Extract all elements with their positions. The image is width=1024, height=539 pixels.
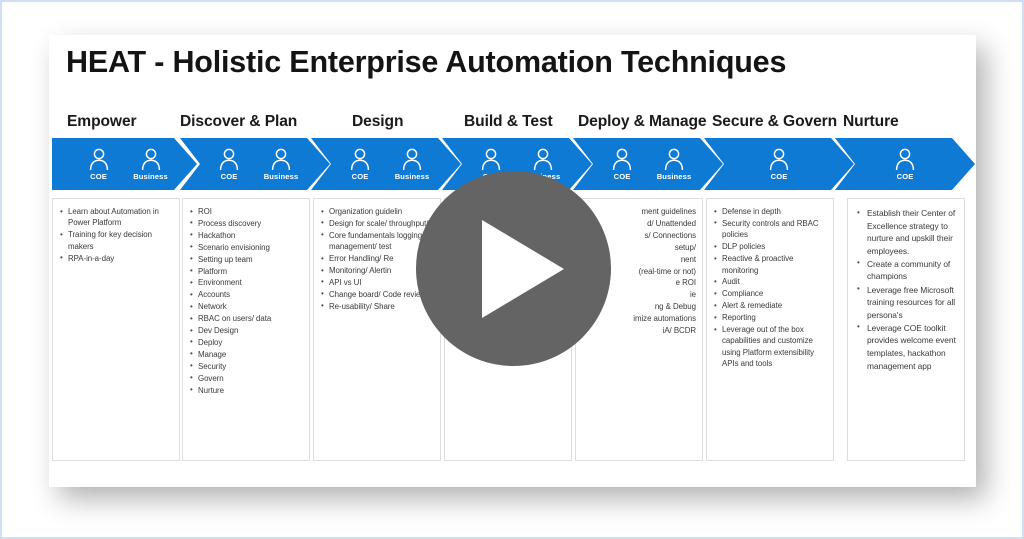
list-item: Organization guidelin — [321, 205, 440, 217]
persona-coe: COE — [334, 147, 386, 181]
stage-column-secure-govern: Secure & Govern COE Defense in depth Sec… — [704, 35, 854, 487]
persona-business: Business — [386, 147, 438, 181]
list-item: Deploy — [190, 336, 304, 348]
persona-label: Business — [133, 172, 168, 181]
persona-label: COE — [90, 172, 107, 181]
persona-coe: COE — [753, 147, 805, 181]
list-item: Create a community of champions — [857, 257, 959, 283]
bullet-list: Establish their Center of Excellence str… — [848, 199, 964, 377]
stage-chevron-design[interactable]: COE Business — [311, 138, 461, 190]
persona-label: Business — [263, 172, 299, 181]
stage-column-empower: Empower COE Business Learn about Automat… — [49, 35, 197, 487]
content-box-empower: Learn about Automation in Power Platform… — [52, 198, 180, 461]
stage-heading-discover-plan: Discover & Plan — [180, 113, 298, 130]
person-icon — [401, 147, 423, 171]
persona-label: Business — [394, 172, 430, 181]
list-item: RPA-in-a-day — [60, 252, 174, 264]
stage-chevron-secure-govern[interactable]: COE — [704, 138, 854, 190]
list-item: Alert & remediate — [714, 300, 828, 312]
person-icon — [218, 147, 240, 171]
bullet-list: ROI Process discovery Hackathon Scenario… — [183, 199, 309, 401]
persona-business: Business — [255, 147, 307, 181]
list-item: ROI — [190, 205, 304, 217]
persona-business: Business — [648, 147, 700, 181]
list-item: Leverage COE toolkit provides welcome ev… — [857, 321, 959, 372]
person-icon — [894, 147, 916, 171]
list-item: Manage — [190, 348, 304, 360]
list-item: Learn about Automation in Power Platform — [60, 206, 174, 229]
list-item: Reactive & proactive monitoring — [714, 253, 828, 276]
person-icon — [611, 147, 633, 171]
list-item: Defense in depth — [714, 205, 828, 217]
list-item: DLP policies — [714, 241, 828, 253]
stage-heading-deploy-manage: Deploy & Manage — [578, 113, 707, 130]
list-item: Nurture — [190, 384, 304, 396]
list-item: iA/ BCDR — [662, 326, 696, 336]
bullet-list: Learn about Automation in Power Platform… — [53, 199, 179, 269]
persona-label: COE — [770, 172, 788, 181]
stage-heading-secure-govern: Secure & Govern — [712, 113, 838, 130]
list-item: Establish their Center of Excellence str… — [857, 206, 959, 257]
stage-column-discover-plan: Discover & Plan COE Business ROI Proce — [180, 35, 330, 487]
stage-heading-design: Design — [352, 113, 404, 130]
list-item: Accounts — [190, 289, 304, 301]
persona-coe: COE — [596, 147, 648, 181]
list-item: Govern — [190, 372, 304, 384]
persona-label: COE — [351, 172, 369, 181]
list-item: Leverage out of the box capabilities and… — [714, 324, 828, 370]
stage-chevron-empower[interactable]: COE Business — [52, 138, 197, 190]
list-item: Environment — [190, 277, 304, 289]
persona-label: COE — [220, 172, 238, 181]
list-item: Platform — [190, 265, 304, 277]
list-item: Setting up team — [190, 253, 304, 265]
bullet-list: Defense in depth Security controls and R… — [707, 199, 833, 374]
list-item: Hackathon — [190, 229, 304, 241]
stage-chevron-discover-plan[interactable]: COE Business — [180, 138, 330, 190]
list-item: Reporting — [714, 312, 828, 324]
list-item: Audit — [714, 276, 828, 288]
content-box-discover-plan: ROI Process discovery Hackathon Scenario… — [182, 198, 310, 461]
persona-label: COE — [896, 172, 914, 181]
stage-heading-empower: Empower — [67, 113, 137, 130]
person-icon — [768, 147, 790, 171]
person-icon — [480, 147, 502, 171]
stage-chevron-deploy-manage[interactable]: COE Business — [573, 138, 723, 190]
stage-column-nurture: Nurture COE Establish their Center of Ex… — [835, 35, 975, 487]
list-item: Leverage free Microsoft training resourc… — [857, 283, 959, 322]
persona-coe: COE — [879, 147, 931, 181]
content-box-nurture: Establish their Center of Excellence str… — [847, 198, 965, 461]
persona-label: Business — [656, 172, 692, 181]
stage-heading-build-test: Build & Test — [464, 113, 553, 130]
list-item: Compliance — [714, 288, 828, 300]
play-button[interactable] — [416, 171, 611, 366]
persona-row: COE — [835, 138, 993, 190]
video-player-frame: HEAT - Holistic Enterprise Automation Te… — [0, 0, 1024, 539]
person-icon — [532, 147, 554, 171]
play-triangle-icon — [481, 219, 564, 318]
content-box-secure-govern: Defense in depth Security controls and R… — [706, 198, 834, 461]
persona-coe: COE — [203, 147, 255, 181]
person-icon — [349, 147, 371, 171]
list-item: Security controls and RBAC policies — [714, 217, 828, 241]
persona-coe: COE — [73, 147, 125, 181]
stage-chevron-nurture[interactable]: COE — [835, 138, 975, 190]
person-icon — [663, 147, 685, 171]
list-item: Training for key decision makers — [60, 229, 174, 252]
list-item: ment guidelines — [641, 207, 696, 216]
stage-heading-nurture: Nurture — [843, 113, 899, 130]
person-icon — [270, 147, 292, 171]
person-icon — [88, 147, 110, 171]
list-item: Scenario envisioning — [190, 241, 304, 253]
persona-label: COE — [613, 172, 631, 181]
list-item: Security — [190, 360, 304, 372]
persona-business: Business — [125, 147, 177, 181]
list-item: Dev Design — [190, 325, 304, 337]
list-item: Network — [190, 301, 304, 313]
person-icon — [140, 147, 162, 171]
list-item: Process discovery — [190, 217, 304, 229]
list-item: RBAC on users/ data — [190, 313, 304, 325]
